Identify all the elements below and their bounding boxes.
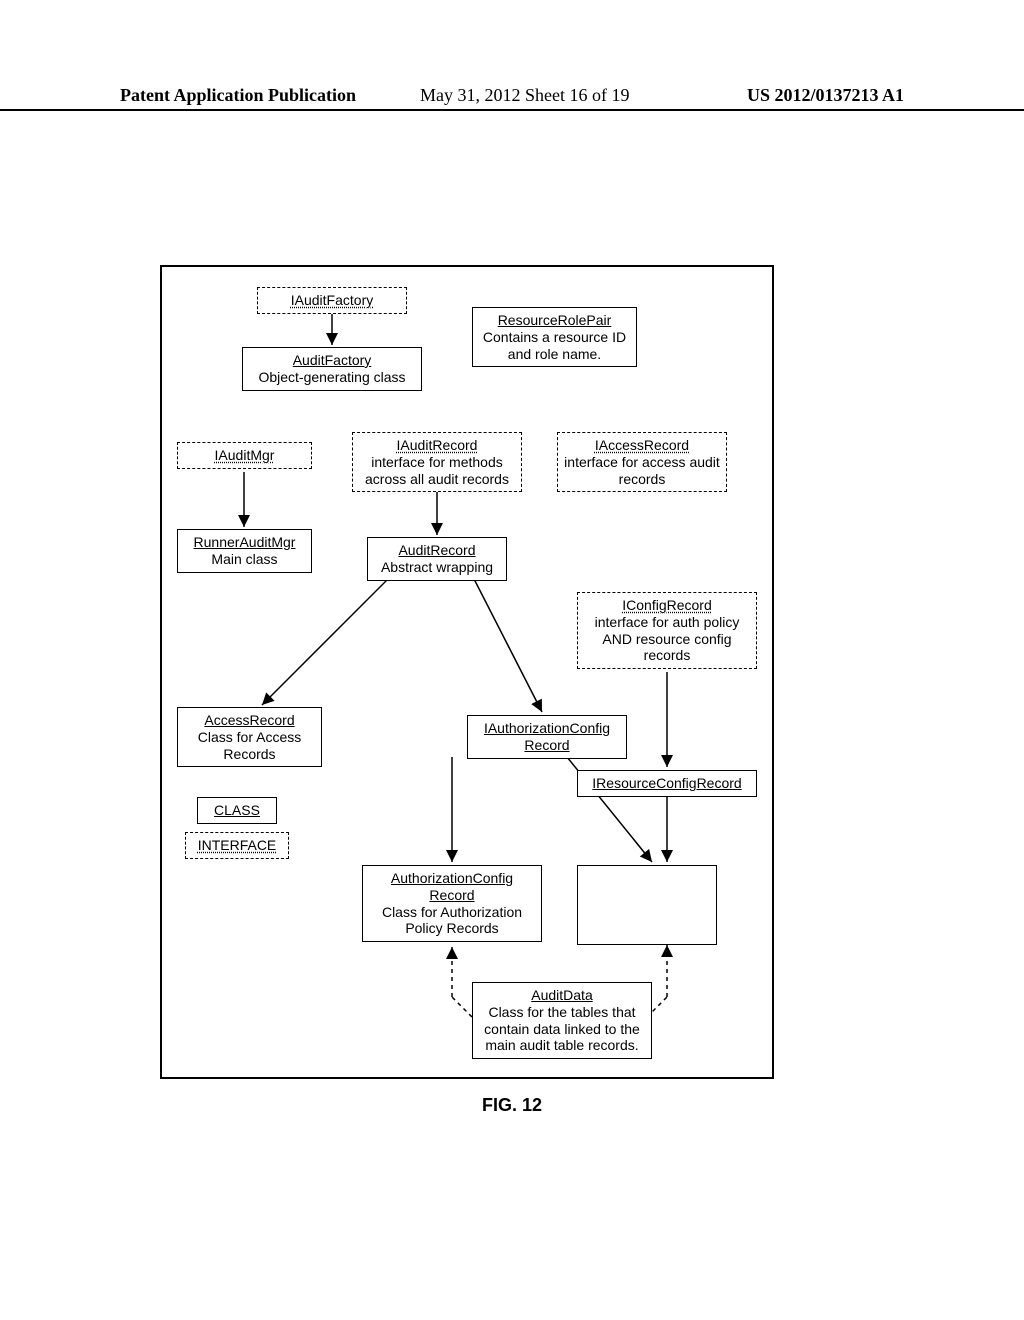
header-mid: May 31, 2012 Sheet 16 of 19 <box>420 85 629 106</box>
accessrecord-box: AccessRecord Class for Access Records <box>177 707 322 767</box>
iaccessrecord-desc: interface for access audit records <box>564 454 720 487</box>
legend-class-box: CLASS <box>197 797 277 824</box>
accessrecord-title: AccessRecord <box>204 712 294 728</box>
iauthconfigrecord-title: IAuthorizationConfig Record <box>484 720 610 753</box>
diagram-frame: IAuditFactory ResourceRolePair Contains … <box>160 265 774 1079</box>
legend-class-label: CLASS <box>214 802 260 818</box>
iauditmgr-title: IAuditMgr <box>215 447 275 463</box>
page-header: Patent Application Publication May 31, 2… <box>0 85 1024 111</box>
legend-interface-box: INTERFACE <box>185 832 289 859</box>
auditdata-title: AuditData <box>531 987 592 1003</box>
iauthconfigrecord-box: IAuthorizationConfig Record <box>467 715 627 759</box>
auditrecord-title: AuditRecord <box>398 542 475 558</box>
iauditfactory-title: IAuditFactory <box>291 292 373 308</box>
iresourceconfigrecord-title: IResourceConfigRecord <box>592 775 741 791</box>
iauditfactory-box: IAuditFactory <box>257 287 407 314</box>
figure-caption: FIG. 12 <box>0 1095 1024 1116</box>
authconfigrecord-box: AuthorizationConfig Record Class for Aut… <box>362 865 542 942</box>
runnerauditmgr-box: RunnerAuditMgr Main class <box>177 529 312 573</box>
iconfigrecord-title: IConfigRecord <box>622 597 712 613</box>
auditdata-desc: Class for the tables that contain data l… <box>484 1004 640 1054</box>
iconfigrecord-desc: interface for auth policy AND resource c… <box>595 614 740 664</box>
auditfactory-title: AuditFactory <box>293 352 372 368</box>
runnerauditmgr-title: RunnerAuditMgr <box>194 534 296 550</box>
auditfactory-desc: Object-generating class <box>258 369 405 385</box>
iaccessrecord-box: IAccessRecord interface for access audit… <box>557 432 727 492</box>
resourcerolepair-title: ResourceRolePair <box>498 312 612 328</box>
header-right: US 2012/0137213 A1 <box>747 85 904 106</box>
auditfactory-box: AuditFactory Object-generating class <box>242 347 422 391</box>
resourcerolepair-desc: Contains a resource ID and role name. <box>483 329 626 362</box>
iauditmgr-box: IAuditMgr <box>177 442 312 469</box>
iconfigrecord-box: IConfigRecord interface for auth policy … <box>577 592 757 669</box>
iresourceconfigrecord-box: IResourceConfigRecord <box>577 770 757 797</box>
iauditrecord-desc: interface for methods across all audit r… <box>365 454 509 487</box>
auditrecord-desc: Abstract wrapping <box>381 559 493 575</box>
blank-class-box <box>577 865 717 945</box>
iauditrecord-title: IAuditRecord <box>397 437 478 453</box>
runnerauditmgr-desc: Main class <box>211 551 277 567</box>
legend-interface-label: INTERFACE <box>198 837 277 853</box>
auditrecord-box: AuditRecord Abstract wrapping <box>367 537 507 581</box>
iaccessrecord-title: IAccessRecord <box>595 437 689 453</box>
auditdata-box: AuditData Class for the tables that cont… <box>472 982 652 1059</box>
header-left: Patent Application Publication <box>120 85 356 106</box>
iauditrecord-box: IAuditRecord interface for methods acros… <box>352 432 522 492</box>
resourcerolepair-box: ResourceRolePair Contains a resource ID … <box>472 307 637 367</box>
accessrecord-desc: Class for Access Records <box>198 729 301 762</box>
authconfigrecord-title: AuthorizationConfig Record <box>391 870 513 903</box>
authconfigrecord-desc: Class for Authorization Policy Records <box>382 904 522 937</box>
